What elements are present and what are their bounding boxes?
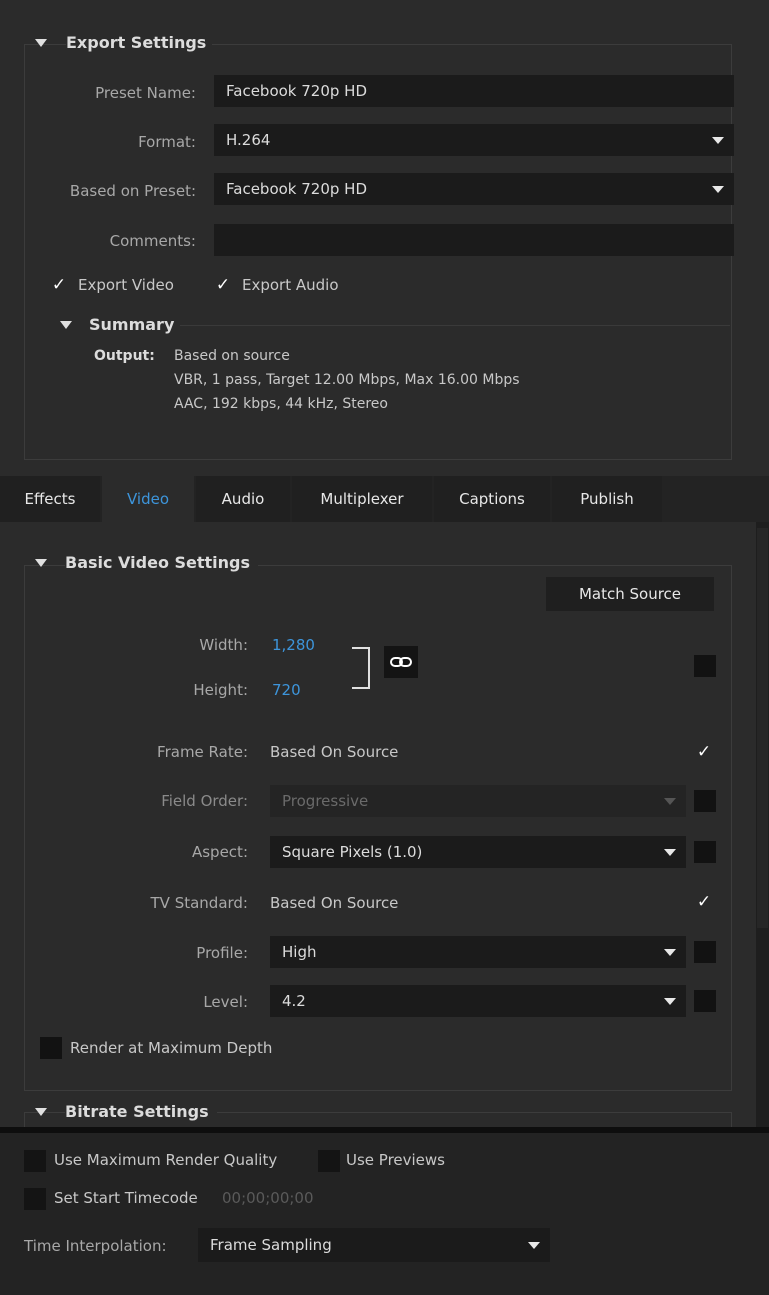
level-value: 4.2	[282, 992, 306, 1010]
width-value[interactable]: 1,280	[272, 636, 315, 654]
basic-video-collapse-icon[interactable]	[35, 559, 47, 567]
preset-name-value: Facebook 720p HD	[226, 82, 367, 100]
based-on-preset-value: Facebook 720p HD	[226, 180, 367, 198]
chevron-down-icon	[712, 137, 724, 144]
use-max-render-quality-label[interactable]: Use Maximum Render Quality	[54, 1151, 277, 1169]
bitrate-collapse-icon[interactable]	[35, 1108, 47, 1116]
height-label: Height:	[193, 681, 248, 699]
chevron-down-icon	[664, 998, 676, 1005]
field-order-label: Field Order:	[161, 792, 248, 810]
aspect-checkbox[interactable]	[694, 841, 716, 863]
level-dropdown[interactable]: 4.2	[270, 985, 686, 1017]
chevron-down-icon	[528, 1242, 540, 1249]
start-timecode-value[interactable]: 00;00;00;00	[222, 1189, 314, 1207]
tv-standard-label: TV Standard:	[150, 894, 249, 912]
tab-video[interactable]: Video	[102, 476, 194, 522]
time-interpolation-value: Frame Sampling	[210, 1236, 332, 1254]
render-max-depth-checkbox[interactable]	[40, 1037, 62, 1059]
summary-output-line2: VBR, 1 pass, Target 12.00 Mbps, Max 16.0…	[174, 372, 520, 388]
match-source-button[interactable]: Match Source	[546, 577, 714, 611]
comments-input[interactable]	[214, 224, 734, 256]
summary-output-line1: Based on source	[174, 348, 290, 364]
tab-multiplexer[interactable]: Multiplexer	[292, 476, 432, 522]
aspect-label: Aspect:	[191, 843, 248, 861]
set-start-timecode-checkbox[interactable]	[24, 1188, 46, 1210]
video-scrollbar-thumb[interactable]	[757, 528, 768, 928]
chain-link-icon[interactable]	[384, 646, 418, 678]
format-label: Format:	[138, 133, 196, 151]
export-audio-checkbox[interactable]: ✓	[212, 274, 234, 296]
profile-label: Profile:	[196, 944, 248, 962]
profile-value: High	[282, 943, 317, 961]
aspect-dropdown[interactable]: Square Pixels (1.0)	[270, 836, 686, 868]
level-checkbox[interactable]	[694, 990, 716, 1012]
tv-standard-checkbox[interactable]: ✓	[693, 891, 715, 913]
summary-output-line3: AAC, 192 kbps, 44 kHz, Stereo	[174, 396, 388, 412]
export-audio-label[interactable]: Export Audio	[242, 276, 339, 294]
based-on-preset-label: Based on Preset:	[69, 182, 196, 200]
tab-publish[interactable]: Publish	[552, 476, 662, 522]
field-order-value: Progressive	[282, 792, 369, 810]
set-start-timecode-label[interactable]: Set Start Timecode	[54, 1189, 198, 1207]
summary-output-label: Output:	[94, 348, 155, 364]
export-settings-title: Export Settings	[66, 33, 213, 52]
based-on-preset-dropdown[interactable]: Facebook 720p HD	[214, 173, 734, 205]
frame-rate-checkbox[interactable]: ✓	[693, 741, 715, 763]
export-video-checkbox[interactable]: ✓	[48, 274, 70, 296]
export-video-label[interactable]: Export Video	[78, 276, 174, 294]
chevron-down-icon	[664, 798, 676, 805]
use-previews-checkbox[interactable]	[318, 1150, 340, 1172]
tv-standard-value: Based On Source	[270, 894, 399, 912]
preset-name-label: Preset Name:	[95, 84, 196, 102]
field-order-checkbox[interactable]	[694, 790, 716, 812]
comments-label: Comments:	[109, 232, 196, 250]
summary-title: Summary	[89, 315, 181, 334]
profile-checkbox[interactable]	[694, 941, 716, 963]
time-interpolation-label: Time Interpolation:	[24, 1237, 167, 1255]
link-bracket	[352, 647, 370, 689]
height-value[interactable]: 720	[272, 681, 301, 699]
export-settings-collapse-icon[interactable]	[35, 39, 47, 47]
summary-collapse-icon[interactable]	[60, 321, 72, 329]
resize-checkbox[interactable]	[694, 655, 716, 677]
tab-audio[interactable]: Audio	[196, 476, 290, 522]
use-previews-label[interactable]: Use Previews	[346, 1151, 445, 1169]
use-max-render-quality-checkbox[interactable]	[24, 1150, 46, 1172]
width-label: Width:	[199, 636, 248, 654]
level-label: Level:	[203, 993, 248, 1011]
bitrate-title: Bitrate Settings	[65, 1102, 217, 1121]
chevron-down-icon	[664, 949, 676, 956]
field-order-dropdown[interactable]: Progressive	[270, 785, 686, 817]
render-max-depth-label[interactable]: Render at Maximum Depth	[70, 1039, 272, 1057]
tab-captions[interactable]: Captions	[434, 476, 550, 522]
format-value: H.264	[226, 131, 271, 149]
chevron-down-icon	[664, 849, 676, 856]
time-interpolation-dropdown[interactable]: Frame Sampling	[198, 1228, 550, 1262]
format-dropdown[interactable]: H.264	[214, 124, 734, 156]
tab-effects[interactable]: Effects	[0, 476, 100, 522]
aspect-value: Square Pixels (1.0)	[282, 843, 423, 861]
preset-name-input[interactable]: Facebook 720p HD	[214, 75, 734, 107]
basic-video-title: Basic Video Settings	[65, 553, 259, 572]
frame-rate-label: Frame Rate:	[157, 743, 248, 761]
frame-rate-value: Based On Source	[270, 743, 399, 761]
chevron-down-icon	[712, 186, 724, 193]
profile-dropdown[interactable]: High	[270, 936, 686, 968]
summary-divider	[90, 325, 730, 326]
